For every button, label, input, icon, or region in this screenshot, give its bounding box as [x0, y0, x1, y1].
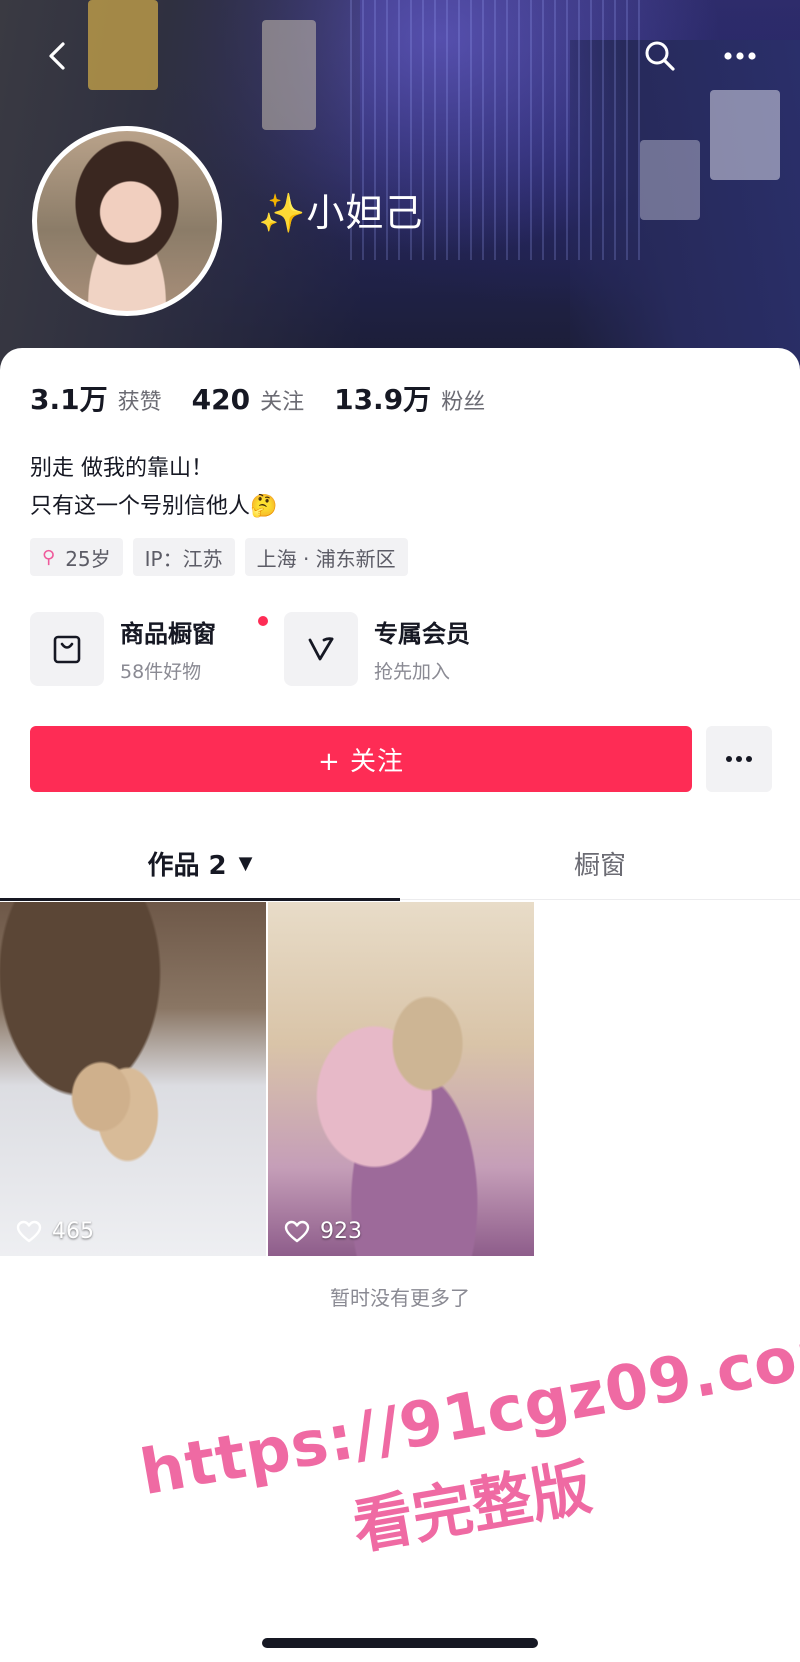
banner-shop-sign [262, 20, 316, 130]
active-tab-indicator [0, 898, 400, 901]
more-horizontal-icon [726, 756, 752, 762]
stat-value: 3.1万 [30, 383, 108, 416]
shop-window-title: 商品橱窗 [120, 620, 216, 648]
list-end-text: 暂时没有更多了 [330, 1286, 470, 1310]
membership-subtitle: 抢先加入 [374, 661, 451, 683]
profile-bio: 别走 做我的靠山！ 只有这一个号别信他人🤔 [30, 450, 730, 526]
tab-works[interactable]: 作品 2 ▼ [0, 826, 400, 900]
location-tag: 上海 · 浦东新区 [244, 538, 408, 576]
home-indicator[interactable] [262, 1638, 538, 1648]
shopping-bag-icon [30, 612, 104, 686]
content-tabs: 作品 2 ▼ 橱窗 [0, 826, 800, 901]
stat-value: 420 [191, 383, 251, 416]
caret-down-icon: ▼ [238, 852, 253, 874]
membership-v-icon [284, 612, 358, 686]
likes-count: 465 [52, 1219, 94, 1244]
banner-shop-sign [640, 140, 700, 220]
tab-works-label: 作品 2 [147, 850, 227, 881]
profile-stats: 3.1万 获赞 420 关注 13.9万 粉丝 [30, 378, 515, 422]
bio-line: 别走 做我的靠山！ [30, 456, 213, 481]
more-horizontal-icon [724, 52, 756, 60]
membership-title: 专属会员 [374, 620, 470, 648]
female-gender-icon: ⚲ [42, 546, 56, 568]
likes-count: 923 [320, 1219, 362, 1244]
ip-tag: IP：江苏 [132, 538, 235, 576]
stat-label: 粉丝 [441, 390, 486, 415]
heart-icon [16, 1220, 42, 1242]
membership-entry[interactable]: 专属会员 抢先加入 [284, 612, 470, 686]
age-tag: ⚲ 25岁 [30, 538, 123, 576]
stat-value: 13.9万 [334, 383, 432, 416]
bio-line: 只有这一个号别信他人🤔 [30, 494, 278, 519]
username: ✨小妲己 [258, 191, 424, 235]
video-thumbnail[interactable]: 923 [268, 902, 534, 1256]
more-button[interactable] [718, 34, 762, 78]
video-grid: 465 923 [0, 902, 800, 1256]
stat-following[interactable]: 420 关注 [192, 383, 304, 416]
search-icon [645, 41, 675, 71]
heart-icon [284, 1220, 310, 1242]
video-likes: 923 [284, 1219, 362, 1244]
tab-shop-window[interactable]: 橱窗 [400, 826, 800, 900]
video-thumbnail[interactable]: 465 [0, 902, 266, 1256]
stat-label: 获赞 [117, 390, 162, 415]
profile-tags: ⚲ 25岁 IP：江苏 上海 · 浦东新区 [30, 538, 418, 576]
age-label: 25岁 [65, 546, 111, 571]
avatar[interactable] [32, 126, 222, 316]
follow-button[interactable]: + 关注 [30, 726, 692, 792]
notification-dot [258, 616, 268, 626]
banner-shop-sign [710, 90, 780, 180]
banner-shop-sign [88, 0, 158, 90]
shop-window-subtitle: 58件好物 [120, 661, 202, 683]
back-button[interactable] [36, 34, 80, 78]
search-button[interactable] [638, 34, 682, 78]
stat-likes[interactable]: 3.1万 获赞 [30, 378, 162, 418]
back-arrow-icon [49, 42, 65, 70]
stat-label: 关注 [260, 390, 305, 415]
stat-followers[interactable]: 13.9万 粉丝 [334, 378, 485, 418]
follow-more-button[interactable] [706, 726, 772, 792]
shop-window-entry[interactable]: 商品橱窗 58件好物 [30, 612, 268, 686]
video-likes: 465 [16, 1219, 94, 1244]
